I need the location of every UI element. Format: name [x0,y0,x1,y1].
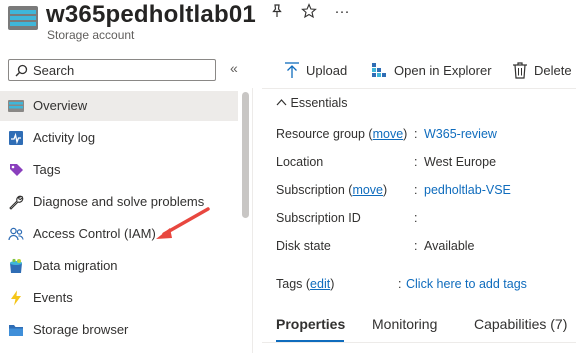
tags-edit-link[interactable]: edit [310,277,330,291]
search-placeholder: Search [33,63,75,78]
tab-monitoring[interactable]: Monitoring [372,316,437,332]
tab-capabilities[interactable]: Capabilities (7) [474,316,567,332]
resource-group-move-link[interactable]: move [373,127,404,141]
tag-icon [8,162,24,178]
sidebar-item-storage-browser[interactable]: Storage browser [0,315,238,345]
sidebar-item-label: Tags [33,162,61,177]
subscription-id-label: Subscription ID [276,211,361,225]
subscription-move-link[interactable]: move [352,183,383,197]
search-input[interactable]: Search [8,59,216,81]
storage-account-icon [8,6,38,30]
location-label: Location [276,155,324,169]
upload-button[interactable]: Upload [284,62,354,80]
sidebar-item-label: Data migration [33,258,118,273]
delete-label: Delete [534,63,572,78]
colon: : [414,127,418,141]
disk-state-label: Disk state [276,239,331,253]
wrench-icon [8,194,24,210]
sidebar-item-label: Activity log [33,130,96,145]
page-title: w365pedholtlab01 [46,1,256,28]
tabs-divider [262,342,576,343]
pin-icon[interactable] [268,3,286,21]
activity-log-icon [8,130,24,146]
sidebar-divider [252,88,253,353]
upload-icon [284,62,300,79]
essentials-toggle[interactable]: Essentials [276,96,347,110]
collapse-sidebar-button[interactable]: « [230,60,238,76]
add-tags-link[interactable]: Click here to add tags [406,277,527,291]
open-in-explorer-label: Open in Explorer [394,63,492,78]
resource-group-label: Resource group (move) [276,127,408,141]
delete-button[interactable]: Delete [512,62,576,80]
sidebar-item-label: Storage browser [33,322,129,337]
data-migration-icon [8,258,24,274]
chevron-up-icon [276,96,290,110]
colon: : [414,155,418,169]
resource-group-value[interactable]: W365-review [424,127,497,141]
colon: : [414,239,418,253]
trash-icon [512,62,528,79]
subscription-value[interactable]: pedholtlab-VSE [424,183,511,197]
sidebar-item-label: Events [33,290,73,305]
open-in-explorer-button[interactable]: Open in Explorer [372,62,496,80]
annotation-arrow [156,207,210,239]
sidebar-item-events[interactable]: Events [0,283,238,313]
upload-label: Upload [306,63,348,78]
toolbar-divider [262,88,576,89]
resource-type-label: Storage account [47,28,135,42]
sidebar-item-label: Access Control (IAM) [33,226,156,241]
tags-label: Tags (edit) [276,277,335,291]
colon: : [414,211,418,225]
lightning-icon [8,290,24,306]
colon: : [398,277,402,291]
tab-properties[interactable]: Properties [276,316,345,332]
explorer-icon [372,62,388,79]
sidebar-item-label: Overview [33,98,88,113]
sidebar-item-data-migration[interactable]: Data migration [0,251,238,281]
sidebar-item-activity-log[interactable]: Activity log [0,123,238,153]
overview-icon [8,98,24,114]
sidebar-item-tags[interactable]: Tags [0,155,238,185]
people-icon [8,226,24,242]
more-icon[interactable]: ··· [333,3,351,21]
location-value: West Europe [424,155,497,169]
disk-state-value: Available [424,239,475,253]
folder-icon [8,322,24,338]
colon: : [414,183,418,197]
favorite-star-icon[interactable] [300,3,318,21]
essentials-title: Essentials [290,96,348,110]
sidebar-item-overview[interactable]: Overview [0,91,238,121]
subscription-label: Subscription (move) [276,183,388,197]
sidebar-scrollbar[interactable] [242,92,249,218]
search-icon [15,64,28,77]
